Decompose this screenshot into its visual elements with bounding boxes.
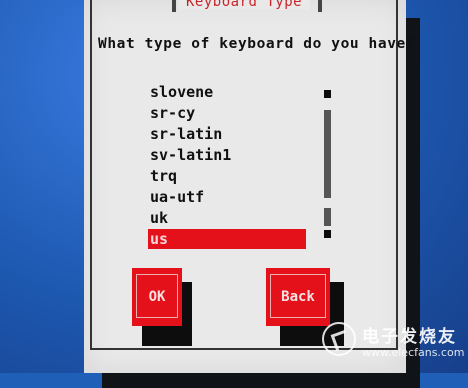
list-item-trq[interactable]: trq — [148, 166, 310, 186]
watermark: 电子发烧友 www.elecfans.com — [322, 318, 468, 370]
keyboard-listbox[interactable]: slovene sr-cy sr-latin sv-latin1 trq ua-… — [148, 82, 344, 250]
ok-button[interactable]: OK — [132, 268, 182, 326]
list-item-sv-latin1[interactable]: sv-latin1 — [148, 145, 310, 165]
list-item-sr-cy[interactable]: sr-cy — [148, 103, 310, 123]
back-button[interactable]: Back — [266, 268, 330, 326]
list-item-us-selected[interactable]: us — [148, 229, 306, 249]
list-item-slovene[interactable]: slovene — [148, 82, 310, 102]
dialog-title: Keyboard Type — [178, 0, 311, 10]
scrollbar-up-marker[interactable] — [324, 90, 331, 98]
elecfans-logo-icon — [322, 322, 356, 356]
list-item-uk[interactable]: uk — [148, 208, 310, 228]
list-item-ua-utf[interactable]: ua-utf — [148, 187, 310, 207]
ok-button-label: OK — [148, 289, 166, 305]
list-item-sr-latin[interactable]: sr-latin — [148, 124, 310, 144]
watermark-logo-text: 电子发烧友 — [362, 327, 457, 347]
scrollbar-track[interactable] — [324, 110, 331, 198]
watermark-url: www.elecfans.com — [362, 346, 465, 359]
scrollbar-down-marker[interactable] — [324, 230, 331, 238]
scrollbar-lower-segment[interactable] — [324, 208, 331, 226]
back-button-label: Back — [281, 289, 315, 305]
title-bracket-left — [172, 0, 176, 12]
dialog-prompt: What type of keyboard do you have? — [98, 36, 416, 52]
title-bracket-right — [318, 0, 322, 12]
list-scrollbar[interactable] — [324, 90, 332, 238]
